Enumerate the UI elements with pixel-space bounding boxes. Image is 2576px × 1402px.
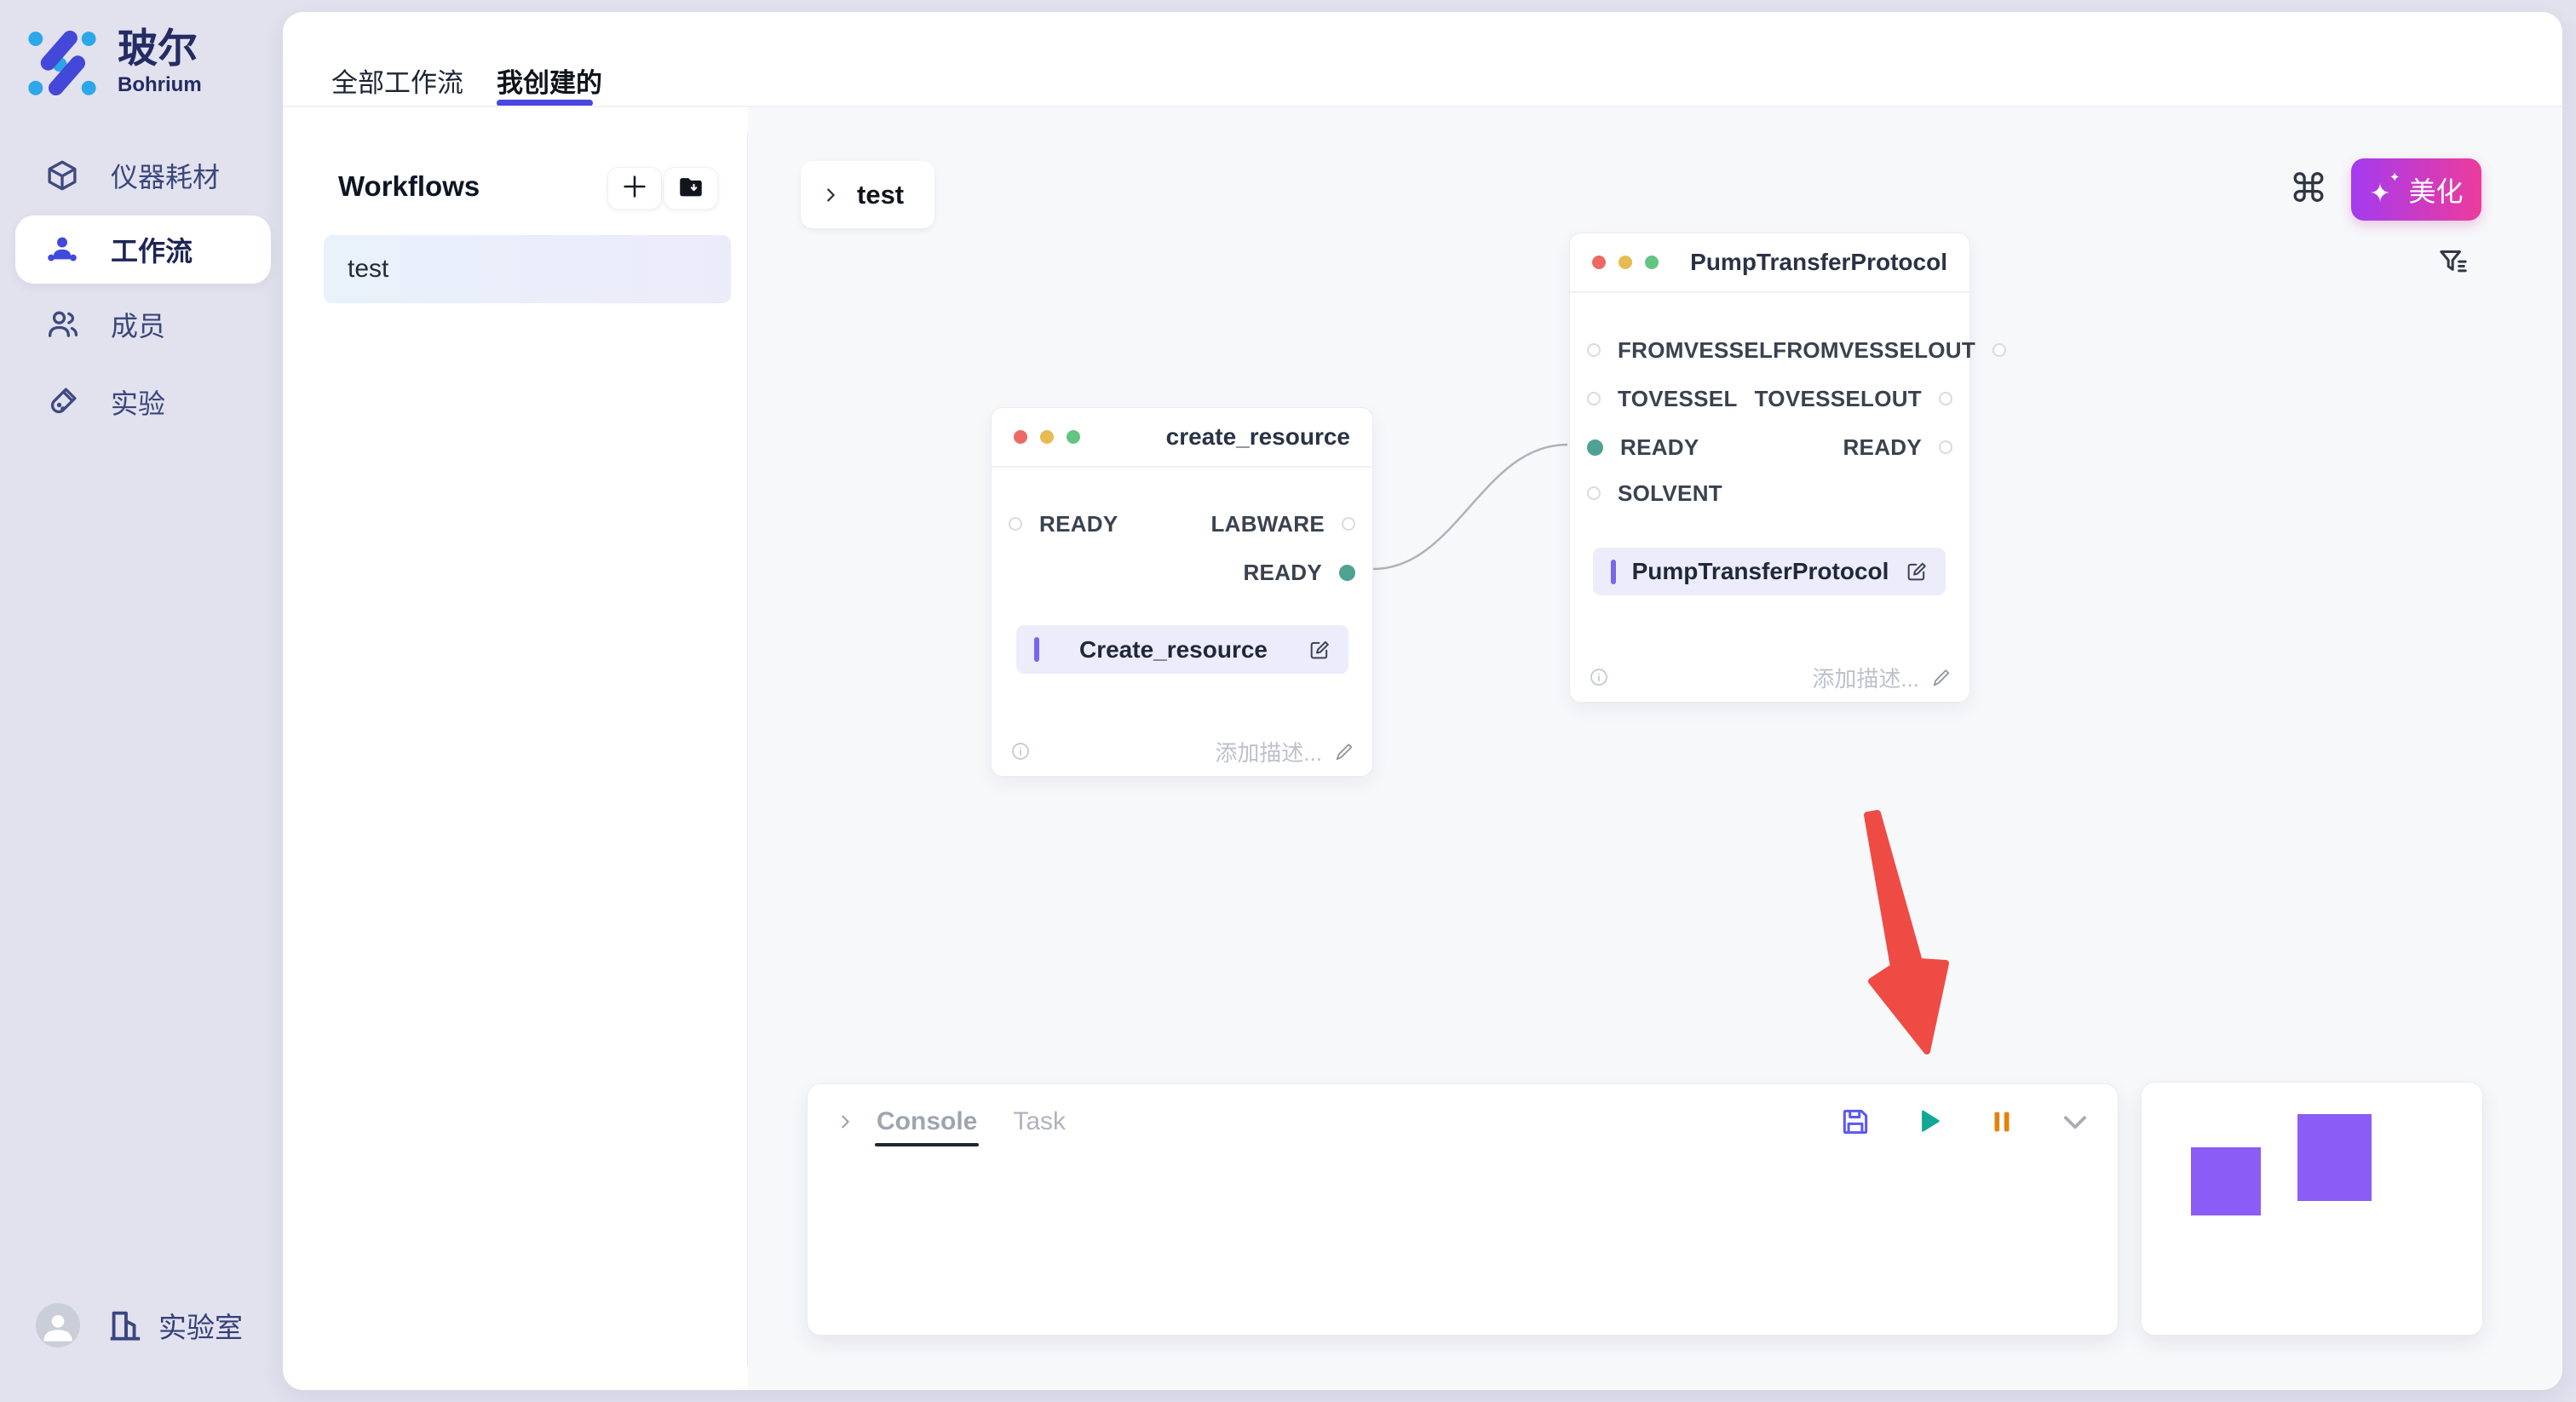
port-label: READY (1243, 560, 1322, 586)
description-placeholder[interactable]: 添加描述... (1215, 736, 1322, 767)
breadcrumb-label: test (857, 180, 904, 210)
run-icon[interactable] (1912, 1105, 1946, 1139)
node-action-item[interactable]: Create_resource (1016, 625, 1348, 674)
port-label: SOLVENT (1618, 480, 1722, 507)
port-label: FROMVESSEL (1618, 337, 1773, 364)
tab-console[interactable]: Console (877, 1107, 977, 1136)
input-port-handle-connected[interactable] (1587, 440, 1603, 456)
flow-node-pump-transfer[interactable]: PumpTransferProtocol FROMVESSEL FROMVESS… (1569, 233, 1970, 703)
main-content: 全部工作流 我创建的 Workflows test test ⌘ (283, 12, 2562, 1390)
members-icon (44, 307, 80, 342)
workflows-panel-title: Workflows (338, 170, 480, 203)
minimap[interactable] (2141, 1082, 2483, 1336)
sparkles-icon: ✦✦ (2369, 175, 2398, 205)
node-footer: 添加描述... (1589, 664, 1952, 690)
action-label: PumpTransferProtocol (1616, 558, 1905, 585)
sidebar: 玻尔 Bohrium 仪器耗材 工作流 (0, 0, 283, 1402)
info-icon[interactable] (1589, 667, 1609, 687)
tab-task[interactable]: Task (1013, 1107, 1066, 1136)
node-header: create_resource (992, 408, 1372, 468)
logo-subtitle: Bohrium (118, 73, 202, 97)
chevron-right-icon (821, 186, 840, 204)
tab-created-by-me[interactable]: 我创建的 (497, 61, 602, 100)
beautify-label: 美化 (2408, 170, 2463, 210)
sidebar-item-label: 仪器耗材 (111, 156, 220, 195)
console-panel: Console Task (807, 1083, 2119, 1336)
logo: 玻尔 Bohrium (24, 26, 202, 105)
node-title: create_resource (1166, 423, 1350, 451)
sidebar-item-label: 成员 (111, 305, 165, 344)
tab-all-workflows[interactable]: 全部工作流 (331, 61, 463, 100)
traffic-dots-icon (1014, 430, 1080, 444)
input-port-handle[interactable] (1009, 517, 1022, 531)
node-header: PumpTransferProtocol (1570, 233, 1969, 293)
workflow-list-item[interactable]: test (324, 235, 731, 303)
add-workflow-button[interactable] (607, 167, 662, 210)
lab-switcher[interactable]: 实验室 (106, 1305, 243, 1346)
user-avatar[interactable] (36, 1303, 80, 1347)
sidebar-footer: 实验室 (36, 1303, 243, 1347)
console-header: Console Task (808, 1084, 2118, 1139)
import-workflow-button[interactable] (664, 167, 718, 210)
minimap-node (2191, 1147, 2261, 1215)
port-label: READY (1843, 434, 1922, 461)
input-port-handle[interactable] (1587, 392, 1601, 405)
output-port-handle[interactable] (1939, 392, 1952, 405)
port-label: READY (1039, 511, 1118, 537)
edit-icon[interactable] (1308, 638, 1331, 662)
lab-label: 实验室 (158, 1305, 243, 1346)
plus-icon (620, 172, 649, 205)
description-placeholder[interactable]: 添加描述... (1812, 662, 1919, 693)
logo-title: 玻尔 (118, 26, 202, 72)
bohrium-workflow-app: { "colors": { "page_bg": "#E2E1EE", "acc… (0, 0, 2576, 1402)
input-port-handle[interactable] (1587, 343, 1601, 357)
flow-node-create-resource[interactable]: create_resource READY LABWARE READY Crea… (991, 407, 1373, 777)
users-icon (44, 232, 80, 267)
traffic-dots-icon (1592, 256, 1659, 269)
save-icon[interactable] (1838, 1105, 1872, 1139)
sidebar-item-workflow[interactable]: 工作流 (15, 215, 271, 284)
node-footer: 添加描述... (1010, 738, 1355, 764)
output-port-handle[interactable] (1342, 517, 1355, 531)
minimap-node (2297, 1114, 2372, 1201)
pencil-icon[interactable] (1931, 667, 1952, 688)
box-icon (44, 158, 80, 193)
sidebar-item-label: 工作流 (111, 230, 193, 269)
chevron-right-icon[interactable] (836, 1112, 854, 1131)
building-icon (106, 1306, 145, 1345)
command-icon[interactable]: ⌘ (2289, 169, 2328, 208)
test-tube-icon (44, 384, 80, 420)
port-label: FROMVESSELOUT (1773, 337, 1975, 364)
edit-icon[interactable] (1905, 560, 1929, 583)
node-action-item[interactable]: PumpTransferProtocol (1593, 548, 1946, 595)
port-label: READY (1620, 434, 1699, 461)
sidebar-item-members[interactable]: 成员 (0, 296, 283, 353)
sidebar-item-instruments[interactable]: 仪器耗材 (0, 147, 283, 204)
pause-icon[interactable] (1985, 1105, 2019, 1139)
output-port-handle[interactable] (1939, 440, 1952, 454)
sidebar-item-experiments[interactable]: 实验 (0, 374, 283, 430)
beautify-button[interactable]: ✦✦ 美化 (2351, 158, 2481, 221)
input-port-handle[interactable] (1587, 486, 1601, 500)
output-port-handle-connected[interactable] (1339, 565, 1355, 581)
folder-download-icon (676, 172, 705, 205)
canvas-breadcrumb[interactable]: test (801, 161, 934, 228)
sidebar-item-label: 实验 (111, 382, 165, 422)
port-label: TOVESSEL (1618, 386, 1738, 412)
collapse-chevron-down-icon[interactable] (2058, 1105, 2092, 1139)
node-title: PumpTransferProtocol (1690, 249, 1947, 276)
output-port-handle[interactable] (1992, 343, 2006, 357)
bohrium-logo-icon (24, 26, 101, 105)
action-label: Create_resource (1039, 636, 1308, 664)
filter-icon[interactable] (2436, 245, 2470, 279)
pencil-icon[interactable] (1334, 741, 1355, 762)
port-label: TOVESSELOUT (1755, 386, 1922, 412)
info-icon[interactable] (1010, 741, 1031, 761)
port-label: LABWARE (1210, 511, 1325, 537)
